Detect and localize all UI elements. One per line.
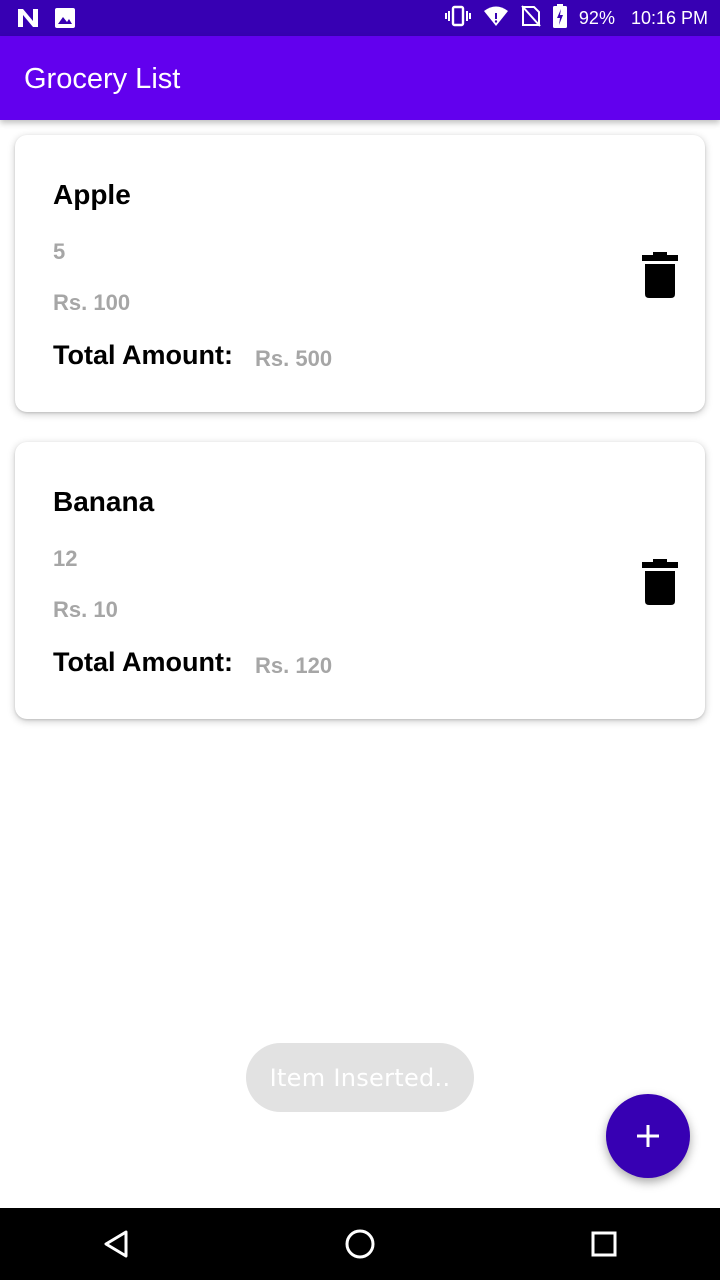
item-price: Rs. 10 [53, 597, 118, 622]
item-price: Rs. 100 [53, 290, 131, 315]
item-name: Banana [53, 486, 155, 517]
status-bar: 92% 10:16 PM [0, 0, 720, 36]
app-bar: Grocery List [0, 36, 720, 120]
no-sim-icon [521, 4, 541, 32]
grocery-card[interactable]: Banana 12 Rs. 10 Total Amount: Rs. 120 [15, 442, 705, 719]
item-name: Apple [53, 179, 131, 210]
battery-percent: 92% [578, 7, 615, 28]
total-amount-label: Total Amount: [53, 647, 233, 677]
status-left [16, 7, 76, 34]
toast-message: Item Inserted.. [246, 1043, 474, 1112]
plus-icon [637, 1125, 659, 1147]
battery-charging-icon [552, 3, 567, 33]
recents-button[interactable] [586, 1226, 622, 1262]
back-icon [104, 1230, 128, 1258]
home-button[interactable] [342, 1226, 378, 1262]
item-quantity: 5 [53, 239, 66, 264]
grocery-card[interactable]: Apple 5 Rs. 100 Total Amount: Rs. 500 [15, 135, 705, 412]
status-time: 10:16 PM [630, 7, 708, 28]
status-right: 92% 10:16 PM [444, 0, 708, 36]
total-amount-value: Rs. 500 [255, 346, 333, 371]
delete-button[interactable] [635, 552, 685, 612]
delete-button[interactable] [635, 245, 685, 305]
n-logo-icon [16, 7, 40, 34]
image-icon [54, 7, 76, 34]
wifi-icon [483, 5, 509, 32]
home-icon [345, 1229, 375, 1259]
trash-icon [642, 559, 678, 605]
app-title: Grocery List [24, 63, 181, 95]
item-quantity: 12 [53, 546, 78, 571]
add-item-button[interactable] [606, 1094, 690, 1178]
trash-icon [642, 252, 678, 298]
recents-icon [591, 1231, 617, 1257]
vibrate-icon [444, 5, 471, 32]
navigation-bar [0, 1208, 720, 1280]
total-amount-label: Total Amount: [53, 340, 233, 370]
total-amount-value: Rs. 120 [255, 653, 333, 678]
back-button[interactable] [98, 1226, 134, 1262]
